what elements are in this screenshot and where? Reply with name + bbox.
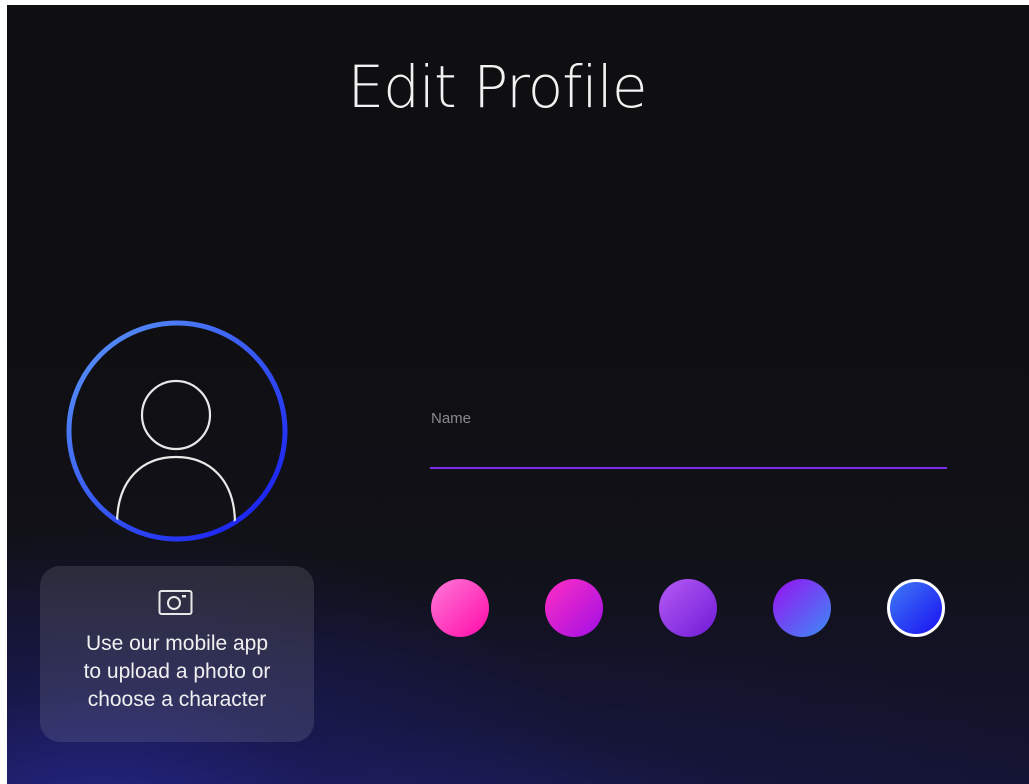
name-input[interactable] bbox=[430, 429, 947, 465]
name-field[interactable]: Name bbox=[430, 405, 947, 471]
name-label: Name bbox=[431, 410, 472, 427]
color-swatch-purple[interactable] bbox=[659, 579, 717, 637]
person-icon bbox=[66, 320, 288, 542]
color-swatch-magenta[interactable] bbox=[545, 579, 603, 637]
camera-icon bbox=[158, 590, 193, 615]
profile-avatar[interactable] bbox=[65, 319, 289, 543]
color-swatch-blue[interactable] bbox=[887, 579, 945, 637]
upload-photo-card[interactable]: Use our mobile app to upload a photo or … bbox=[40, 566, 314, 742]
edit-profile-screen: Edit Profile Use our mobile app to uploa… bbox=[7, 5, 1029, 784]
color-swatch-pink[interactable] bbox=[431, 579, 489, 637]
upload-instructions: Use our mobile app to upload a photo or … bbox=[83, 632, 271, 711]
name-underline bbox=[430, 467, 947, 469]
color-swatch-violet-blue[interactable] bbox=[773, 579, 831, 637]
page-title: Edit Profile bbox=[347, 53, 647, 121]
